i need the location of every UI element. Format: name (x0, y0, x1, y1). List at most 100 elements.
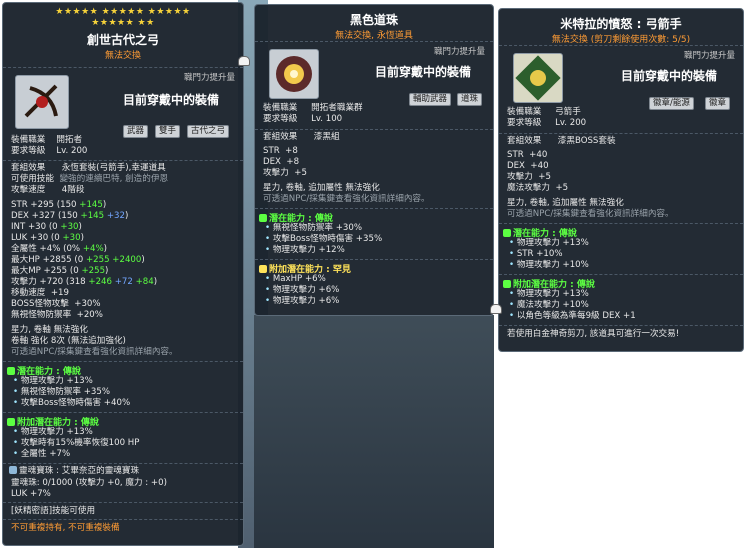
stat-add: +30 (62, 233, 81, 243)
potential-line: STR +10% (516, 249, 563, 259)
trait-line: 星力, 卷軸, 追加屬性 無法強化 (507, 198, 624, 208)
stat-value: +30 (27, 222, 47, 232)
req-job-label: 裝備職業 (11, 135, 46, 145)
set-value: 漆黑組 (313, 132, 340, 142)
item-subtitle: 無法交換 (104, 51, 141, 61)
divider (3, 519, 243, 520)
stat-value: +4% (39, 244, 61, 254)
stat-add: +255 (85, 255, 110, 265)
stat-close: ) (141, 255, 145, 265)
npc-note: 可透過NPC/採集鍵查看強化資訊詳細內容。 (263, 194, 430, 204)
additional-potential-line: MaxHP +6% (272, 274, 326, 284)
stat-close: ) (153, 277, 158, 287)
additional-potential-icon (503, 280, 511, 288)
star-force-row: ★★★★★ ★★★★★ ★★★★★ (55, 7, 191, 17)
stat-close: ) (80, 233, 84, 243)
bow-icon (15, 75, 69, 129)
item-title: 米特拉的憤怒 : 弓箭手 (560, 17, 682, 31)
stat-name: STR (11, 200, 28, 210)
equipped-label: 目前穿戴中的裝備 (123, 93, 220, 107)
stat-value: +30 (30, 233, 49, 243)
stat-close: ) (105, 266, 109, 276)
potential-line: 攻擊Boss怪物時傷害 +35% (272, 234, 383, 244)
req-level-label: 要求等級 (507, 118, 542, 128)
stat-name: DEX (263, 157, 281, 167)
stat-name: 最大MP (11, 266, 41, 276)
soul-value: 靈魂珠: 0/1000 (攻擊力 +0, 魔力 : +0) (11, 478, 167, 488)
potential-line: 無視怪物防禦率 +30% (272, 223, 363, 233)
divider (499, 325, 743, 326)
item-title: 黑色道珠 (349, 13, 398, 27)
potential-line: 物理攻擊力 +13% (516, 238, 589, 248)
stat-name: DEX (11, 211, 29, 221)
tag-sub-weapon: 輔助武器 (409, 93, 452, 106)
potential-line: 物理攻擊力 +13% (20, 376, 93, 386)
stat-add: +145 (80, 211, 105, 221)
req-level-label: 要求等級 (263, 114, 298, 124)
stat-base: (0 (74, 255, 86, 265)
stat-name: 最大HP (11, 255, 40, 265)
potential-line: 物理攻擊力 +10% (516, 260, 589, 270)
set-label: 套組效果 (507, 136, 542, 146)
game-background-strip (254, 315, 494, 548)
stat-close: ) (78, 222, 82, 232)
stat-base: (318 (65, 277, 89, 287)
skill-label: 可使用技能 (11, 174, 54, 184)
additional-potential-icon (259, 265, 267, 273)
item-subtitle: 無法交換 (剪刀剩餘使用次數: 5/5) (551, 35, 691, 45)
trait-line: 星力, 卷軸 無法強化 (11, 325, 88, 335)
tag-emblem: 徽章 (705, 97, 731, 110)
additional-potential-line: 攻擊時有15%機率恢復100 HP (20, 438, 140, 448)
divider (3, 463, 243, 464)
item-subtitle: 無法交換, 永恆道具 (335, 31, 413, 41)
additional-potential-line: 以角色等級為準每9級 DEX +1 (516, 311, 636, 321)
stat-base: (0 (69, 266, 82, 276)
stat-base: (150 (56, 200, 80, 210)
stat-value: +40 (529, 150, 548, 160)
stat-value: +255 (43, 266, 68, 276)
stat-add: +246 (88, 277, 112, 287)
stat-value: +5 (555, 183, 569, 193)
skill-note: [妖精密語]技能可使用 (11, 506, 96, 516)
speed-label: 攻擊速度 (11, 185, 46, 195)
item-title: 創世古代之弓 (86, 33, 159, 47)
boss-label: BOSS怪物攻擊 (11, 299, 69, 309)
power-hint: 職門力提升量 (433, 47, 485, 57)
tag-emblem-energy: 徽章/能源 (649, 97, 694, 110)
divider (499, 45, 743, 46)
set-label: 套組效果 (11, 163, 46, 173)
item-tooltip-emblem: 米特拉的憤怒 : 弓箭手 無法交換 (剪刀剩餘使用次數: 5/5) 職門力提升量… (498, 8, 744, 352)
additional-potential-icon (7, 418, 15, 426)
req-job: 弓箭手 (555, 107, 581, 117)
stat-add: +30 (60, 222, 79, 232)
divider (499, 133, 743, 134)
divider (255, 208, 493, 209)
stat-star: +32 (104, 211, 125, 221)
luk-bonus: LUK +7% (11, 489, 51, 499)
tag-weapon: 武器 (123, 125, 149, 138)
stat-base: (0 (48, 222, 61, 232)
req-level-label: 要求等級 (11, 146, 46, 156)
potential-icon (7, 367, 15, 375)
additional-potential-line: 物理攻擊力 +13% (20, 427, 93, 437)
divider (3, 67, 243, 68)
req-job: 開拓者職業群 (311, 103, 363, 113)
npc-note: 可透過NPC/採集鍵查看強化資訊詳細內容。 (507, 209, 674, 219)
npc-note: 可透過NPC/採集鍵查看強化資訊詳細內容。 (11, 347, 178, 357)
set-value: 永恆套裝(弓箭手),幸運道具 (61, 163, 166, 173)
stat-name: STR (507, 150, 524, 160)
ignore-def-label: 無視怪物防禦率 (11, 310, 72, 320)
additional-potential-line: 魔法攻擊力 +10% (516, 300, 589, 310)
req-level: Lv. 200 (555, 118, 587, 128)
orb-icon (269, 49, 319, 99)
tag-orb: 道珠 (457, 93, 483, 106)
mouse-cursor-icon (238, 56, 250, 66)
stat-name: 攻擊力 (11, 277, 37, 287)
trade-note: 若使用白金神奇剪刀, 該道具可進行一次交易! (507, 329, 680, 339)
stat-value: +720 (39, 277, 64, 287)
stat-value: +5 (538, 172, 551, 182)
stat-value: +8 (286, 157, 300, 167)
stat-value: +8 (285, 146, 298, 156)
divider (3, 412, 243, 413)
stat-base: (0 (50, 233, 63, 243)
